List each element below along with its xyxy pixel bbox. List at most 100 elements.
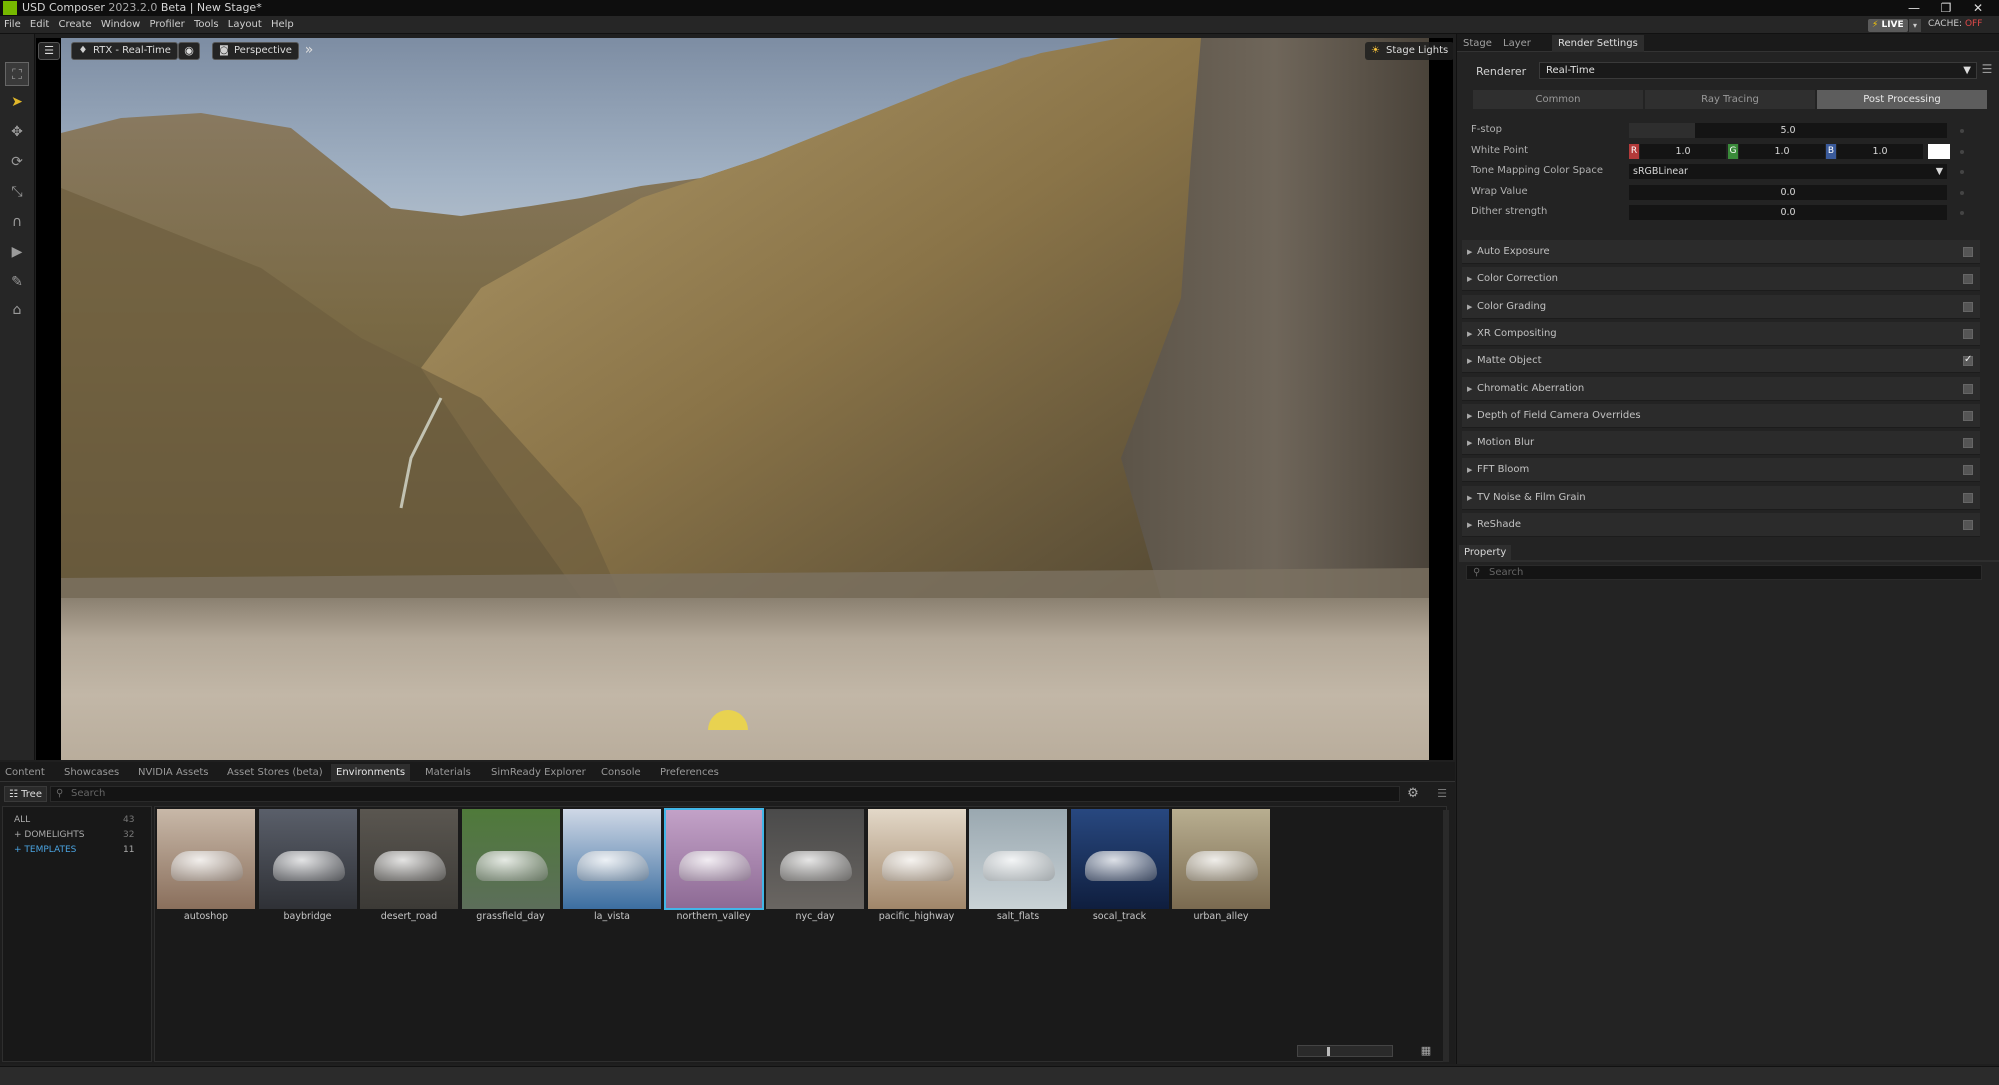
tab-showcases[interactable]: Showcases [59,764,124,782]
content-search-input[interactable]: ⚲ Search [50,786,1400,802]
section-enable-checkbox[interactable] [1963,247,1973,257]
expand-triangle-icon[interactable]: ▶ [1467,486,1472,510]
list-view-icon[interactable]: ☰ [1434,786,1450,802]
snap-icon[interactable]: ∩ [5,210,29,234]
section-reshade[interactable]: ▶ ReShade [1462,513,1980,537]
thumbnail-image[interactable] [766,809,864,909]
visibility-eye-icon[interactable]: ◉ [178,42,200,60]
environment-thumbnail[interactable]: grassfield_day [461,809,560,922]
thumbnail-image[interactable] [1070,809,1169,909]
thumbnail-size-slider[interactable] [1297,1045,1393,1057]
section-color-grading[interactable]: ▶ Color Grading [1462,294,1980,319]
thumbnail-image[interactable] [157,809,255,909]
select-mode-icon[interactable]: ⛶ [5,62,29,86]
section-motion-blur[interactable]: ▶ Motion Blur [1462,431,1980,456]
section-enable-checkbox[interactable] [1963,301,1973,312]
environment-thumbnail[interactable]: northern_valley [663,808,764,922]
dither-strength-field[interactable]: 0.0 [1629,205,1947,220]
select-arrow-icon[interactable]: ➤ [5,90,29,114]
section-enable-checkbox[interactable] [1963,410,1973,421]
play-icon[interactable]: ▶ [5,240,29,264]
section-tv-noise-film-grain[interactable]: ▶ TV Noise & Film Grain [1462,485,1980,510]
paint-brush-icon[interactable]: ✎ [5,270,29,294]
section-xr-compositing[interactable]: ▶ XR Compositing [1462,321,1980,346]
menu-tools[interactable]: Tools [194,19,219,30]
live-button[interactable]: ⚡ LIVE [1868,19,1908,32]
menu-layout[interactable]: Layout [228,19,262,30]
renderer-select[interactable]: Real-Time ▼ [1539,62,1977,79]
expand-triangle-icon[interactable]: ▶ [1467,431,1472,455]
tab-console[interactable]: Console [596,764,646,782]
section-depth-of-field-camera-overrides[interactable]: ▶ Depth of Field Camera Overrides [1462,403,1980,428]
thumbnail-image[interactable] [258,809,357,909]
expand-chevron-icon[interactable]: » [298,42,320,60]
menu-create[interactable]: Create [58,19,91,30]
tab-layer[interactable]: Layer [1497,35,1537,52]
tone-mapping-select[interactable]: sRGBLinear ▼ [1629,164,1947,179]
environment-thumbnail[interactable]: pacific_highway [867,809,966,922]
section-enable-checkbox[interactable] [1963,492,1973,503]
menu-icon[interactable]: ☰ [1979,62,1995,79]
reset-dot-icon[interactable] [1960,129,1964,133]
thumbnail-image[interactable] [867,809,966,909]
wrap-value-field[interactable]: 0.0 [1629,185,1947,200]
tree-item-domelights[interactable]: + DOMELIGHTS [14,830,85,840]
tab-content[interactable]: Content [0,764,50,782]
tab-asset-stores[interactable]: Asset Stores (beta) [222,764,328,782]
menu-profiler[interactable]: Profiler [150,19,185,30]
camera-button[interactable]: ◙ Perspective [212,42,299,60]
white-point-r-field[interactable]: 1.0 [1640,144,1726,159]
viewport[interactable]: ☰ ♦ RTX - Real-Time ◉ ◙ Perspective » ☀ Sta… [36,38,1453,760]
subtab-ray-tracing[interactable]: Ray Tracing [1645,90,1815,109]
expand-triangle-icon[interactable]: ▶ [1467,377,1472,401]
thumbnail-image[interactable] [461,809,560,909]
environment-thumbnail[interactable]: socal_track [1070,809,1169,922]
environment-thumbnail[interactable]: nyc_day [766,809,864,922]
environment-thumbnail[interactable]: baybridge [258,809,357,922]
section-auto-exposure[interactable]: ▶ Auto Exposure [1462,240,1980,264]
subtab-post-processing[interactable]: Post Processing [1817,90,1987,109]
expand-triangle-icon[interactable]: ▶ [1467,513,1472,537]
thumbnail-image[interactable] [1172,809,1270,909]
tree-toggle-button[interactable]: ☷ Tree [4,786,47,802]
grid-view-icon[interactable]: ▦ [1419,1044,1433,1058]
expand-triangle-icon[interactable]: ▶ [1467,349,1472,373]
menu-file[interactable]: File [4,19,21,30]
environment-thumbnail[interactable]: desert_road [360,809,458,922]
section-color-correction[interactable]: ▶ Color Correction [1462,267,1980,292]
stage-lights-button[interactable]: ☀ Stage Lights [1365,42,1453,60]
scale-icon[interactable]: ⤡ [5,180,29,204]
environment-thumbnail[interactable]: la_vista [563,809,661,922]
reset-dot-icon[interactable] [1960,170,1964,174]
tab-stage[interactable]: Stage [1457,35,1498,52]
section-fft-bloom[interactable]: ▶ FFT Bloom [1462,458,1980,483]
section-matte-object[interactable]: ▶ Matte Object [1462,349,1980,374]
white-point-swatch[interactable] [1928,144,1950,159]
thumbnail-image[interactable] [563,809,661,909]
tab-nvidia-assets[interactable]: NVIDIA Assets [133,764,213,782]
section-enable-checkbox[interactable] [1963,438,1973,449]
viewport-render[interactable] [61,38,1429,760]
thumbnail-image[interactable] [969,809,1067,909]
fstop-slider[interactable]: 5.0 [1629,123,1947,138]
menu-edit[interactable]: Edit [30,19,49,30]
tab-property[interactable]: Property [1459,545,1512,560]
tab-simready-explorer[interactable]: SimReady Explorer [486,764,591,782]
section-enable-checkbox[interactable] [1963,328,1973,339]
environment-thumbnail[interactable]: salt_flats [969,809,1067,922]
tab-materials[interactable]: Materials [420,764,476,782]
renderer-button[interactable]: ♦ RTX - Real-Time [71,42,178,60]
white-point-g-field[interactable]: 1.0 [1739,144,1825,159]
tab-render-settings[interactable]: Render Settings [1552,35,1644,52]
close-button[interactable]: ✕ [1963,0,1993,16]
reset-dot-icon[interactable] [1960,211,1964,215]
minimize-button[interactable]: — [1899,0,1929,16]
camera-tool-icon[interactable]: ⌂ [5,298,29,322]
move-icon[interactable]: ✥ [5,120,29,144]
tree-item-all[interactable]: ALL [14,815,30,825]
expand-triangle-icon[interactable]: ▶ [1467,240,1472,264]
reset-dot-icon[interactable] [1960,191,1964,195]
thumbnail-image[interactable] [663,808,764,910]
expand-triangle-icon[interactable]: ▶ [1467,322,1472,346]
reset-dot-icon[interactable] [1960,150,1964,154]
